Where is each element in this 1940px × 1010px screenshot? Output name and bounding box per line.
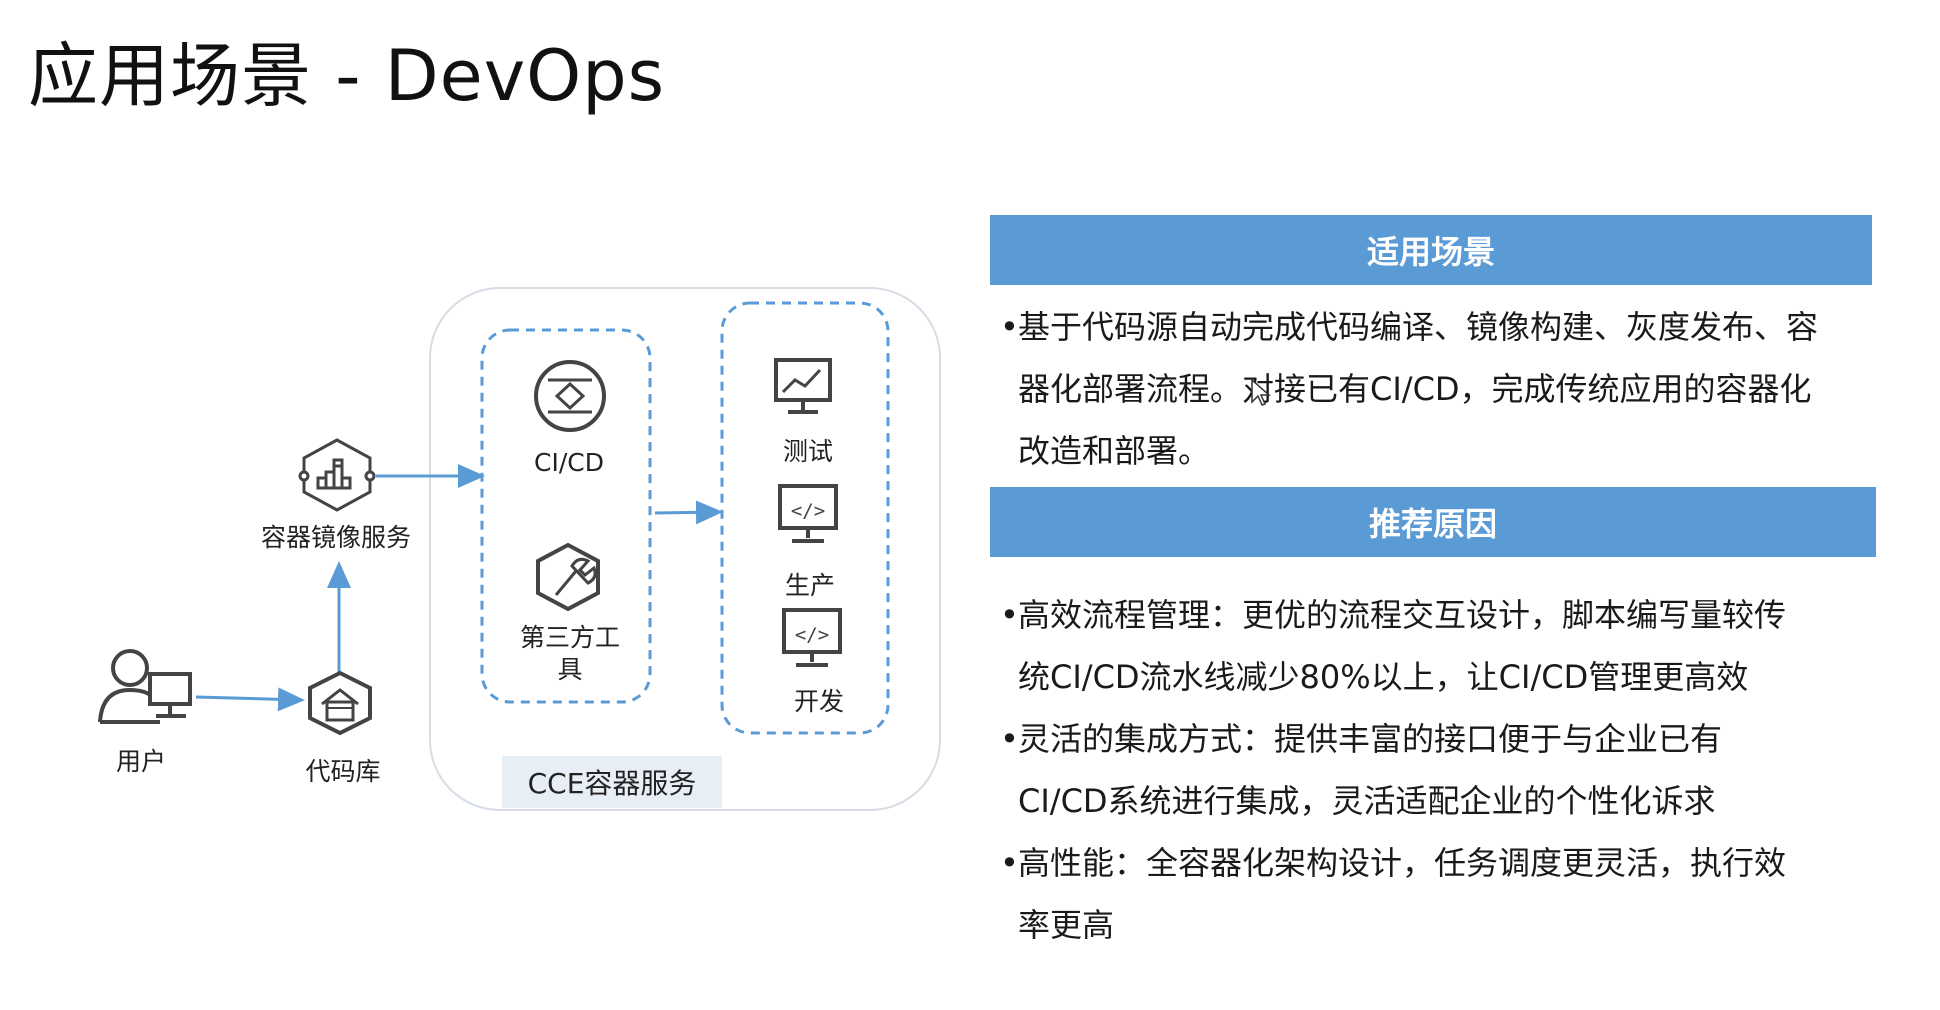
scenario-header: 适用场景: [990, 215, 1872, 285]
cicd-icon: [534, 360, 606, 432]
user-label: 用户: [115, 747, 167, 776]
bullet-dot: •: [1000, 308, 1019, 346]
develop-label: 开发: [793, 687, 845, 716]
wrench-icon: [536, 542, 600, 612]
reason-text: 灵活的集成方式：提供丰富的接口便于与企业已有 CI/CD系统进行集成，灵活适配企…: [1018, 720, 1723, 820]
cicd-label: CI/CD: [534, 448, 604, 477]
diagram-canvas: </> </>: [98, 287, 941, 811]
devops-diagram: </> </> 用户 代码库 容器镜像服务 CI/CD 第三方工 具 测试 生产…: [0, 0, 960, 1010]
reasons-header: 推荐原因: [990, 487, 1876, 557]
develop-code-icon: </>: [782, 608, 842, 667]
production-code-icon: </>: [778, 484, 838, 543]
third-party-label: 第三方工 具: [519, 623, 620, 684]
image-service-label: 容器镜像服务: [260, 523, 412, 552]
arrow-user-to-repo: [195, 687, 305, 712]
svg-text:</>: </>: [795, 624, 829, 646]
production-label: 生产: [784, 571, 836, 600]
test-monitor-icon: [774, 358, 832, 414]
user-icon: [98, 649, 192, 724]
reason-item: • 高效流程管理：更优的流程交互设计，脚本编写量较传 统CI/CD流水线减少80…: [1000, 584, 1900, 708]
mouse-cursor-icon: [1251, 378, 1271, 406]
bullet-dot: •: [1000, 720, 1019, 758]
scenario-paragraph: • 基于代码源自动完成代码编译、镜像构建、灰度发布、容 器化部署流程。对接已有C…: [1000, 296, 1900, 482]
cce-container-label: CCE容器服务: [502, 756, 722, 808]
reason-text: 高性能：全容器化架构设计，任务调度更灵活，执行效 率更高: [1018, 844, 1787, 944]
test-label: 测试: [782, 437, 834, 466]
image-service-icon: [298, 438, 376, 512]
code-repo-label: 代码库: [305, 757, 381, 786]
arrow-tools-to-env: [654, 500, 723, 525]
scenario-text: 基于代码源自动完成代码编译、镜像构建、灰度发布、容 器化部署流程。对接已有CI/…: [1018, 308, 1819, 470]
svg-text:</>: </>: [791, 500, 825, 522]
reason-item: • 高性能：全容器化架构设计，任务调度更灵活，执行效 率更高: [1000, 832, 1900, 956]
reason-text: 高效流程管理：更优的流程交互设计，脚本编写量较传 统CI/CD流水线减少80%以…: [1018, 596, 1787, 696]
reason-item: • 灵活的集成方式：提供丰富的接口便于与企业已有 CI/CD系统进行集成，灵活适…: [1000, 708, 1900, 832]
bullet-dot: •: [1000, 596, 1019, 634]
code-repo-icon: [308, 670, 372, 736]
bullet-dot: •: [1000, 844, 1019, 882]
